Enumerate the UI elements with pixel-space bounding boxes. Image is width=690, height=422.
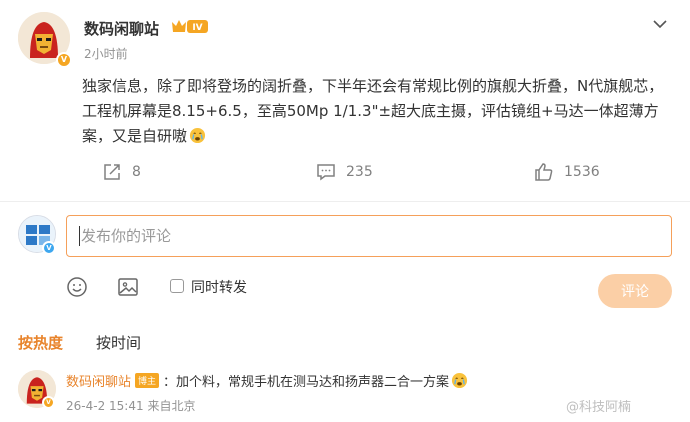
verified-badge-icon: V <box>42 241 56 255</box>
submit-comment-button[interactable]: 评论 <box>598 274 672 308</box>
repost-icon <box>104 164 120 180</box>
action-bar: 8 235 1536 <box>82 158 678 186</box>
comment-icon <box>317 164 335 181</box>
verified-badge-icon: V <box>42 396 55 409</box>
crying-emoji-icon <box>189 127 206 144</box>
compose-toolbar: 同时转发 评论 <box>66 274 676 308</box>
repost-count: 8 <box>132 164 141 180</box>
comment-line: 数码闲聊站 博主 ：加个料，常规手机在测马达和扬声器二合一方案 <box>66 371 468 390</box>
divider <box>0 201 690 202</box>
tab-sort-time[interactable]: 按时间 <box>96 332 141 353</box>
comment-time: 26-4-2 15:41 <box>66 399 144 413</box>
thumbs-up-icon <box>535 163 553 181</box>
repost-checkbox-label[interactable]: 同时转发 <box>191 277 247 297</box>
like-count: 1536 <box>564 164 600 180</box>
level-badge-text: IV <box>192 23 202 33</box>
text-caret <box>79 226 80 246</box>
verified-badge-icon: V <box>56 52 72 68</box>
tab-sort-hot[interactable]: 按热度 <box>18 332 63 353</box>
post-text-content: 独家信息，除了即将登场的阔折叠，下半年还会有常规比例的旗舰大折叠，N代旗舰芯，工… <box>82 77 664 145</box>
crying-emoji-icon <box>451 372 468 389</box>
watermark: @科技阿楠 <box>566 400 632 415</box>
comment-text: ：加个料，常规手机在测马达和扬声器二合一方案 <box>163 375 450 390</box>
comment-location: 来自北京 <box>147 399 196 413</box>
author-name[interactable]: 数码闲聊站 <box>84 18 159 39</box>
emoji-icon[interactable] <box>66 276 88 298</box>
image-icon[interactable] <box>117 276 139 298</box>
comment-button[interactable]: 235 <box>316 160 373 184</box>
author-tag: 博主 <box>135 373 160 388</box>
repost-button[interactable]: 8 <box>102 160 141 184</box>
commenter-name[interactable]: 数码闲聊站 <box>66 375 131 390</box>
comment-count: 235 <box>346 164 373 180</box>
level-badge-icon: IV <box>172 20 208 33</box>
comment-meta: 26-4-2 15:41 来自北京 <box>66 397 195 414</box>
post-time[interactable]: 2小时前 <box>84 45 128 62</box>
post-header: V 数码闲聊站 IV 2小时前 <box>18 12 678 68</box>
repost-checkbox[interactable] <box>170 279 184 293</box>
like-button[interactable]: 1536 <box>534 160 600 184</box>
comment-input[interactable] <box>66 215 672 257</box>
chevron-down-icon[interactable] <box>652 16 668 32</box>
post-text: 独家信息，除了即将登场的阔折叠，下半年还会有常规比例的旗舰大折叠，N代旗舰芯，工… <box>82 74 678 149</box>
